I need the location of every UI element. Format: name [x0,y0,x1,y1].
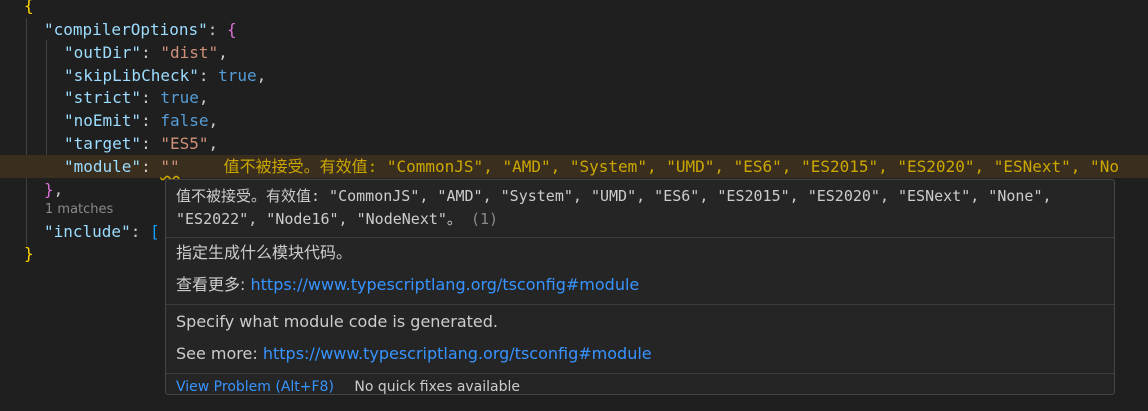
hover-description-zh: 指定生成什么模块代码。 [176,243,353,262]
close-brace: } [24,244,34,263]
target-value: "ES5" [160,134,209,153]
noemit-key: "noEmit" [64,111,142,130]
code-line-current: "module": "" 值不被接受。有效值: "CommonJS", "AMD"… [0,155,1148,178]
code-line: "compilerOptions": { [44,20,237,39]
hover-status-bar: View Problem (Alt+F8) No quick fixes ava… [166,374,1114,395]
error-count: (1) [470,210,499,228]
hover-see-more-en: See more: https://www.typescriptlang.org… [176,343,1104,365]
code-line: "noEmit": false, [64,111,219,130]
code-line: "outDir": "dist", [64,43,228,62]
strict-key: "strict" [64,88,142,107]
hover-description-en: Specify what module code is generated. [176,312,499,331]
tsconfig-module-link-en[interactable]: https://www.typescriptlang.org/tsconfig#… [263,344,652,363]
hover-error-section: 值不被接受。有效值: "CommonJS", "AMD", "System", … [166,180,1114,238]
skiplibcheck-key: "skipLibCheck" [64,66,199,85]
hover-widget: 值不被接受。有效值: "CommonJS", "AMD", "System", … [165,179,1115,395]
inner-close-brace: } [44,180,54,199]
see-more-label-en: See more: [176,344,258,363]
outdir-key: "outDir" [64,43,142,62]
strict-value: true [160,88,199,107]
hover-error-message: 值不被接受。有效值: "CommonJS", "AMD", "System", … [176,187,1052,228]
module-key: "module" [64,157,142,176]
module-value[interactable]: "" [160,157,179,176]
hover-doc-zh-section: 指定生成什么模块代码。 查看更多: https://www.typescript… [166,238,1114,305]
include-key: "include" [44,222,131,241]
code-line: { [0,0,1148,17]
see-more-label-zh: 查看更多: [176,275,246,294]
code-line: "skipLibCheck": true, [64,66,267,85]
hover-doc-en-section: Specify what module code is generated. S… [166,305,1114,374]
skiplibcheck-value: true [218,66,257,85]
open-brace: { [24,0,34,15]
noemit-value: false [160,111,209,130]
code-line: "strict": true, [64,88,209,107]
find-matches-hint: 1 matches [45,202,114,217]
hover-see-more-zh: 查看更多: https://www.typescriptlang.org/tsc… [176,274,1104,296]
code-line: "target": "ES5", [64,134,219,153]
inline-error-message: 值不被接受。有效值: "CommonJS", "AMD", "System", … [223,157,1119,176]
tsconfig-module-link-zh[interactable]: https://www.typescriptlang.org/tsconfig#… [251,275,640,294]
outdir-value: "dist" [160,43,219,62]
view-problem-link[interactable]: View Problem (Alt+F8) [176,379,334,394]
inner-open-brace: { [227,20,237,39]
compiler-options-key: "compilerOptions" [44,20,208,39]
no-quick-fixes-label: No quick fixes available [354,379,521,395]
target-key: "target" [64,134,142,153]
include-bracket: [ [149,222,160,241]
